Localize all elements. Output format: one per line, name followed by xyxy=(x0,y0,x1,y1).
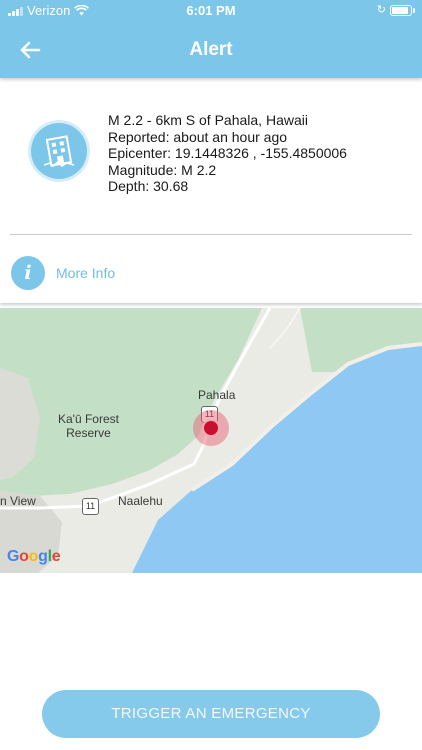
section-divider xyxy=(10,234,412,235)
alert-epicenter: Epicenter: 19.1448326 , -155.4850006 xyxy=(108,145,347,161)
map-label-forest-reserve: Ka'ū Forest Reserve xyxy=(58,412,119,440)
status-time: 6:01 PM xyxy=(186,3,236,18)
page-title: Alert xyxy=(189,39,233,60)
navigation-bar: Alert xyxy=(0,22,422,78)
forest-label-line-1: Ka'ū Forest xyxy=(58,412,119,426)
route-11-shield-south: 11 xyxy=(82,498,99,515)
map-label-pahala: Pahala xyxy=(198,388,236,402)
charging-icon: ↻ xyxy=(376,4,386,16)
map-label-view: n View xyxy=(0,494,36,508)
status-bar: Verizon 6:01 PM ↻ xyxy=(0,0,422,22)
more-info-label: More Info xyxy=(56,265,116,281)
map-view[interactable]: Pahala 11 Ka'ū Forest Reserve n View 11 … xyxy=(0,308,422,573)
info-icon: i xyxy=(11,256,45,290)
alert-title: M 2.2 - 6km S of Pahala, Hawaii xyxy=(108,112,308,128)
more-info-row[interactable]: i More Info xyxy=(0,243,422,303)
epicenter-marker-icon[interactable] xyxy=(202,419,220,437)
battery-icon xyxy=(390,5,415,16)
trigger-emergency-button[interactable]: TRIGGER AN EMERGENCY xyxy=(42,690,380,738)
earthquake-building-icon xyxy=(31,123,87,179)
alert-reported: Reported: about an hour ago xyxy=(108,128,288,145)
map-label-naalehu: Naalehu xyxy=(118,494,163,508)
alert-details: M 2.2 - 6km S of Pahala, Hawaii Reported… xyxy=(108,112,347,195)
alert-depth: Depth: 30.68 xyxy=(108,178,189,194)
forest-label-line-2: Reserve xyxy=(66,426,111,440)
alert-magnitude: Magnitude: M 2.2 xyxy=(108,161,217,178)
google-logo: Google xyxy=(7,548,61,565)
